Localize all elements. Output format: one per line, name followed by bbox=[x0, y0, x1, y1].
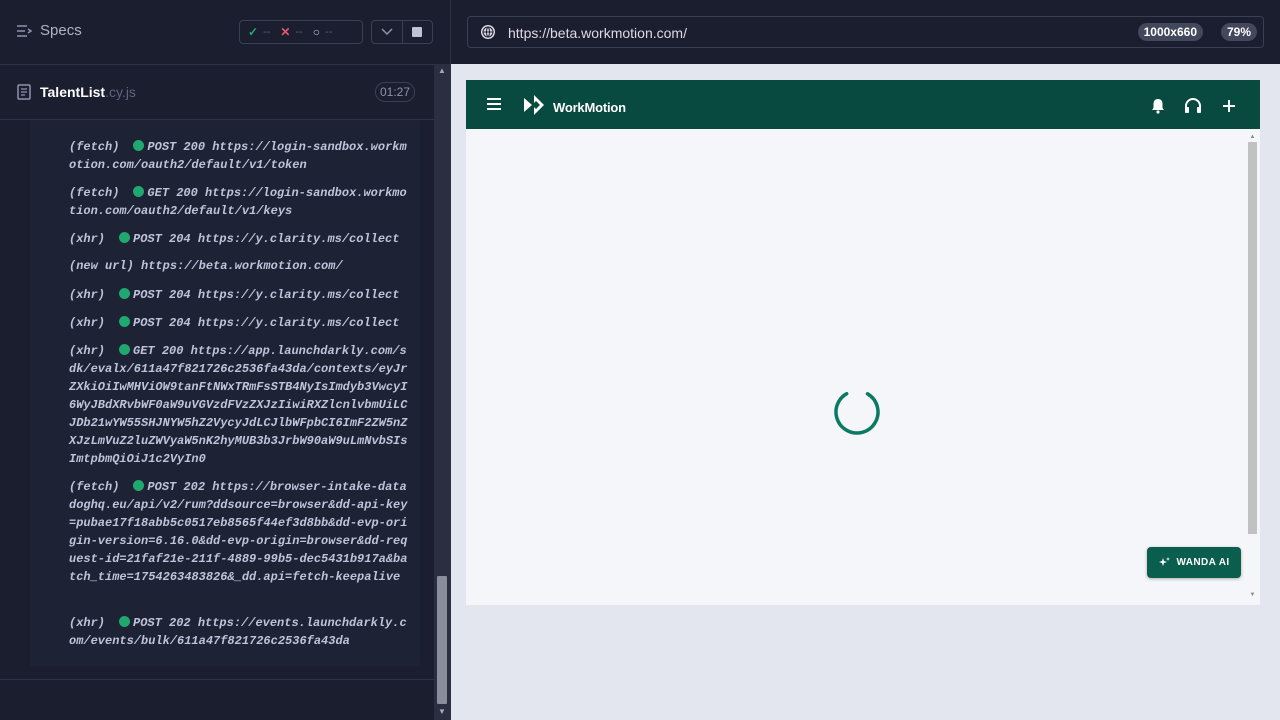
loading-spinner-icon bbox=[834, 389, 880, 435]
log-entry[interactable]: (xhr) POST 202 https://events.launchdarkl… bbox=[69, 614, 411, 650]
headset-icon[interactable] bbox=[1184, 98, 1202, 114]
passed-icon: ✓ bbox=[248, 25, 259, 39]
divider bbox=[0, 679, 434, 680]
viewport-size-badge: 1000x660 bbox=[1137, 23, 1203, 41]
pending-icon: ○ bbox=[312, 25, 321, 39]
log-entry-kind: (fetch) bbox=[69, 140, 120, 154]
log-entry[interactable]: (fetch) GET 200 https://login-sandbox.wor… bbox=[69, 184, 411, 220]
workmotion-logo-icon[interactable] bbox=[522, 94, 546, 116]
log-entry-kind: (xhr) bbox=[69, 344, 106, 358]
log-entry[interactable]: (xhr) POST 204 https://y.clarity.ms/colle… bbox=[69, 286, 411, 304]
log-entry[interactable]: (fetch) POST 202 https://browser-intake-d… bbox=[69, 478, 411, 586]
expand-button[interactable] bbox=[372, 21, 403, 43]
command-log: (fetch) POST 200 https://login-sandbox.wo… bbox=[30, 120, 420, 666]
scroll-up-icon[interactable]: ▲ bbox=[437, 66, 447, 76]
url-bar[interactable]: https://beta.workmotion.com/ 1000x660 79… bbox=[467, 16, 1264, 48]
specs-list-icon bbox=[17, 24, 32, 37]
log-entry-kind: (xhr) bbox=[69, 288, 106, 302]
status-dot-icon bbox=[119, 232, 131, 243]
hamburger-menu-icon[interactable] bbox=[486, 97, 502, 111]
log-entry-kind: (fetch) bbox=[69, 480, 120, 494]
log-entry-url: https://app.launchdarkly.com/sdk/evalx/6… bbox=[69, 344, 408, 466]
status-dot-icon bbox=[119, 344, 131, 355]
spec-duration: 01:27 bbox=[375, 82, 415, 102]
specs-label: Specs bbox=[40, 22, 82, 39]
scroll-down-icon[interactable]: ▼ bbox=[1248, 592, 1257, 600]
log-entry-status: POST 202 bbox=[147, 480, 206, 494]
chevron-down-icon bbox=[381, 28, 393, 36]
log-entry[interactable]: (xhr) GET 200 https://app.launchdarkly.co… bbox=[69, 342, 411, 468]
status-dot-icon bbox=[119, 288, 131, 299]
log-entry-status: POST 202 bbox=[133, 616, 191, 630]
url-strip: https://beta.workmotion.com/ 1000x660 79… bbox=[451, 0, 1280, 64]
log-entry-status: POST 204 bbox=[133, 232, 191, 246]
brand-name[interactable]: WorkMotion bbox=[553, 100, 626, 115]
status-dot-icon bbox=[133, 140, 145, 151]
spec-name: TalentList bbox=[40, 84, 106, 100]
log-entry[interactable]: (xhr) POST 204 https://y.clarity.ms/colle… bbox=[69, 230, 411, 248]
status-dot-icon bbox=[119, 316, 131, 327]
log-entry-status: GET 200 bbox=[147, 186, 198, 200]
status-dot-icon bbox=[133, 186, 145, 197]
log-entry-url: https://y.clarity.ms/collect bbox=[197, 316, 400, 330]
log-entry-url: https://y.clarity.ms/collect bbox=[197, 288, 400, 302]
test-stats: ✓ -- ✕ -- ○ -- bbox=[239, 20, 363, 44]
stop-button[interactable] bbox=[403, 21, 433, 43]
log-entry-status: POST 204 bbox=[133, 288, 191, 302]
app-header: WorkMotion bbox=[466, 80, 1260, 129]
spec-ext: .cy.js bbox=[105, 84, 136, 100]
log-entry-kind: (fetch) bbox=[69, 186, 120, 200]
status-dot-icon bbox=[119, 616, 131, 627]
passed-count: -- bbox=[263, 26, 271, 38]
runner-controls bbox=[371, 20, 433, 44]
globe-icon bbox=[481, 25, 495, 39]
failed-count: -- bbox=[295, 26, 303, 38]
sparkle-icon bbox=[1159, 556, 1171, 566]
log-entry[interactable]: (fetch) POST 200 https://login-sandbox.wo… bbox=[69, 138, 411, 174]
scroll-up-icon[interactable]: ▲ bbox=[1248, 134, 1257, 142]
log-entry-kind: (xhr) bbox=[69, 616, 106, 630]
log-entry-status: POST 200 bbox=[147, 140, 206, 154]
log-entry-url: https://y.clarity.ms/collect bbox=[197, 232, 400, 246]
log-entry-kind: (new url) bbox=[69, 259, 134, 273]
wanda-ai-label: WANDA AI bbox=[1176, 557, 1230, 568]
log-entry-status: POST 204 bbox=[133, 316, 191, 330]
failed-icon: ✕ bbox=[280, 25, 291, 39]
runner-toolbar: Specs ✓ -- ✕ -- ○ -- bbox=[0, 0, 434, 65]
log-entry-status: GET 200 bbox=[133, 344, 184, 358]
status-dot-icon bbox=[133, 480, 145, 491]
test-runner-panel: Specs ✓ -- ✕ -- ○ -- TalentList.cy.js 01:27… bbox=[0, 0, 451, 720]
zoom-badge: 79% bbox=[1220, 23, 1257, 41]
log-entry-url: https://beta.workmotion.com/ bbox=[141, 259, 343, 273]
app-scrollbar-thumb[interactable] bbox=[1248, 142, 1257, 534]
spec-file-header: TalentList.cy.js 01:27 bbox=[0, 65, 434, 120]
log-entry-url: https://login-sandbox.workmotion.com/oau… bbox=[69, 140, 407, 172]
log-scrollbar-thumb[interactable] bbox=[437, 576, 447, 704]
pending-count: -- bbox=[325, 26, 333, 38]
plus-icon[interactable] bbox=[1222, 99, 1236, 113]
wanda-ai-button[interactable]: WANDA AI bbox=[1147, 547, 1241, 578]
log-entry-kind: (xhr) bbox=[69, 232, 106, 246]
log-entry-kind: (xhr) bbox=[69, 316, 106, 330]
log-entry[interactable]: (xhr) POST 204 https://y.clarity.ms/colle… bbox=[69, 314, 411, 332]
log-entry-url: https://login-sandbox.workmotion.com/oau… bbox=[69, 186, 407, 218]
log-entry[interactable]: (new url) https://beta.workmotion.com/ bbox=[69, 257, 411, 275]
app-preview-panel: https://beta.workmotion.com/ 1000x660 79… bbox=[451, 0, 1280, 720]
specs-toggle[interactable]: Specs bbox=[16, 22, 82, 39]
spec-file-name: TalentList.cy.js bbox=[40, 84, 136, 100]
log-entry-url: https://browser-intake-datadoghq.eu/api/… bbox=[69, 480, 408, 584]
stop-icon bbox=[412, 27, 423, 37]
app-frame: WorkMotion ▲ ▼ WANDA AI bbox=[466, 80, 1260, 605]
scroll-down-icon[interactable]: ▼ bbox=[437, 707, 447, 717]
bell-icon[interactable] bbox=[1151, 98, 1165, 114]
document-icon bbox=[17, 84, 31, 100]
url-text: https://beta.workmotion.com/ bbox=[508, 25, 687, 41]
